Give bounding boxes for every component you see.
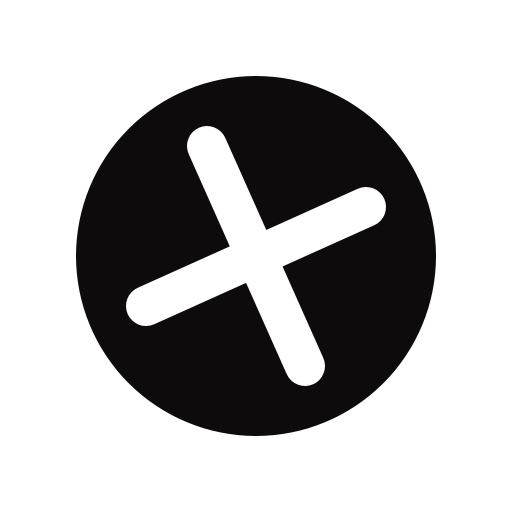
close-x-circle-icon[interactable] bbox=[0, 0, 512, 512]
icon-canvas bbox=[0, 0, 512, 512]
